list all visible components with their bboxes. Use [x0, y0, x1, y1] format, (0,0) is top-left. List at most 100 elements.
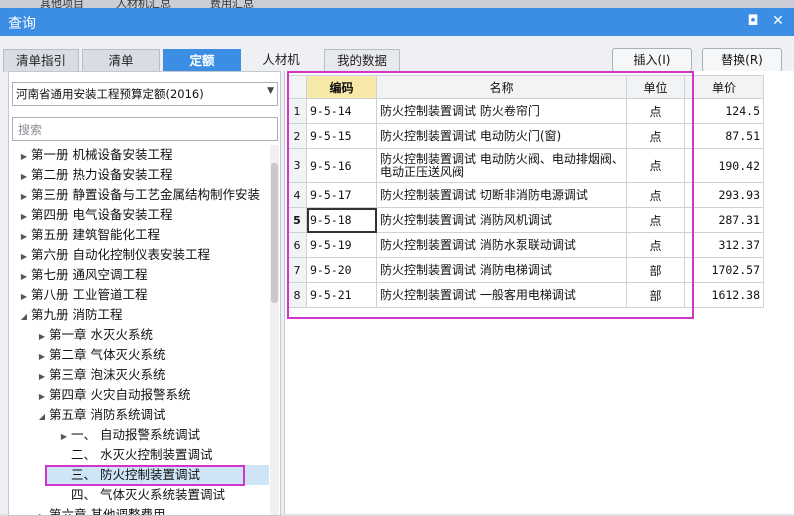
table-row[interactable]: 2 9-5-15 防火控制装置调试 电动防火门(窗) 点 87.51: [287, 123, 764, 149]
tab-list-guide[interactable]: 清单指引: [3, 49, 79, 72]
name-cell[interactable]: 防火控制装置调试 消防电梯调试: [376, 257, 627, 283]
code-cell[interactable]: 9-5-21: [306, 282, 377, 308]
expand-icon[interactable]: ▶: [17, 227, 31, 247]
table-row[interactable]: 6 9-5-19 防火控制装置调试 消防水泵联动调试点 312.37: [287, 232, 764, 258]
name-cell[interactable]: 防火控制装置调试 电动防火门(窗): [376, 123, 627, 149]
tree-node[interactable]: ◢ 第五章 消防系统调试: [35, 405, 166, 427]
price-cell[interactable]: 1702.57: [684, 257, 764, 283]
tab-labor-material[interactable]: 人材机: [248, 49, 314, 71]
row-number-cell[interactable]: 1: [287, 98, 307, 124]
price-cell[interactable]: 190.42: [684, 148, 764, 183]
expand-icon[interactable]: ▶: [35, 327, 49, 347]
search-box[interactable]: [12, 117, 278, 141]
code-cell[interactable]: 9-5-16: [306, 148, 377, 183]
unit-cell[interactable]: 点: [626, 207, 685, 233]
unit-cell[interactable]: 点: [626, 123, 685, 149]
tree-node[interactable]: ◢ 第九册 消防工程: [17, 305, 123, 327]
expand-icon[interactable]: ▶: [17, 167, 31, 187]
code-cell[interactable]: 9-5-20: [306, 257, 377, 283]
code-cell[interactable]: 9-5-18: [306, 207, 377, 233]
column-header-unit[interactable]: 单位: [626, 75, 685, 99]
table-row[interactable]: 3 9-5-16 防火控制装置调试 电动防火阀、电动排烟阀、电动正压送风阀点 190.…: [287, 148, 764, 183]
table-row[interactable]: 1 9-5-14 防火控制装置调试 防火卷帘门点 124.5: [287, 98, 764, 124]
price-cell[interactable]: 293.93: [684, 182, 764, 208]
close-icon[interactable]: ✕: [769, 12, 787, 30]
insert-button[interactable]: 插入(I): [612, 48, 692, 72]
expand-icon[interactable]: ▶: [17, 187, 31, 207]
row-number-cell[interactable]: 3: [287, 148, 307, 183]
unit-cell[interactable]: 部: [626, 257, 685, 283]
tree-node[interactable]: ▶ 第三章 泡沫灭火系统: [35, 365, 166, 387]
unit-cell[interactable]: 部: [626, 282, 685, 308]
expand-icon[interactable]: ▶: [35, 367, 49, 387]
bg-tab-other-items[interactable]: 其他项目: [40, 0, 84, 8]
row-number-cell[interactable]: 4: [287, 182, 307, 208]
price-cell[interactable]: 124.5: [684, 98, 764, 124]
name-cell[interactable]: 防火控制装置调试 一般客用电梯调试: [376, 282, 627, 308]
tree-node[interactable]: ▶ 第四章 火灾自动报警系统: [35, 385, 191, 407]
tree-node[interactable]: ▶ 一、 自动报警系统调试: [57, 425, 200, 445]
chevron-down-icon[interactable]: ▼: [267, 86, 274, 96]
replace-button[interactable]: 替换(R): [702, 48, 782, 72]
row-number-cell[interactable]: 7: [287, 257, 307, 283]
expand-icon[interactable]: ▶: [17, 147, 31, 167]
code-cell[interactable]: 9-5-15: [306, 123, 377, 149]
tree-node[interactable]: ▶ 第五册 建筑智能化工程: [17, 225, 160, 245]
row-number-cell[interactable]: 6: [287, 232, 307, 258]
row-number-cell[interactable]: 5: [287, 207, 307, 233]
name-cell[interactable]: 防火控制装置调试 消防水泵联动调试: [376, 232, 627, 258]
name-cell[interactable]: 防火控制装置调试 消防风机调试: [376, 207, 627, 233]
tab-quota[interactable]: 定额: [163, 49, 241, 72]
tree-node[interactable]: ▶ 第四册 电气设备安装工程: [17, 205, 173, 227]
collapse-icon[interactable]: ◢: [35, 407, 49, 427]
name-cell[interactable]: 防火控制装置调试 防火卷帘门: [376, 98, 627, 124]
tree-scrollbar[interactable]: [270, 145, 279, 515]
expand-icon[interactable]: ▶: [17, 267, 31, 287]
collapse-icon[interactable]: ◢: [17, 307, 31, 327]
expand-icon[interactable]: ▶: [17, 247, 31, 267]
expand-icon[interactable]: ▶: [35, 387, 49, 407]
name-cell[interactable]: 防火控制装置调试 电动防火阀、电动排烟阀、电动正压送风阀: [376, 148, 627, 183]
search-input[interactable]: [16, 120, 270, 140]
tab-my-data[interactable]: 我的数据: [324, 49, 400, 72]
tree-node[interactable]: ▶ 第三册 静置设备与工艺金属结构制作安装: [17, 185, 260, 205]
quota-library-select[interactable]: 河南省通用安装工程预算定额(2016) ▼: [12, 82, 278, 106]
restore-icon[interactable]: ◘: [744, 12, 762, 30]
expand-icon[interactable]: ▶: [35, 347, 49, 367]
tree-node[interactable]: ▶ 第六册 自动化控制仪表安装工程: [17, 245, 210, 265]
tree-node[interactable]: ▶ 第二章 气体灭火系统: [35, 345, 166, 367]
tree-node[interactable]: 四、 气体灭火系统装置调试: [57, 485, 225, 505]
price-cell[interactable]: 312.37: [684, 232, 764, 258]
unit-cell[interactable]: 点: [626, 98, 685, 124]
expand-icon[interactable]: ▶: [17, 287, 31, 307]
tree-node[interactable]: 二、 水灭火控制装置调试: [57, 445, 212, 465]
unit-cell[interactable]: 点: [626, 182, 685, 208]
tree-node[interactable]: ▶ 第八册 工业管道工程: [17, 285, 148, 307]
expand-icon[interactable]: ▶: [57, 427, 71, 447]
tree-node[interactable]: ▶ 第一册 机械设备安装工程: [17, 145, 173, 167]
tree-node[interactable]: ▶ 第一章 水灭火系统: [35, 325, 153, 345]
price-cell[interactable]: 287.31: [684, 207, 764, 233]
code-cell[interactable]: 9-5-14: [306, 98, 377, 124]
column-header-code[interactable]: 编码: [306, 75, 377, 99]
row-number-cell[interactable]: 2: [287, 123, 307, 149]
scrollbar-thumb[interactable]: [271, 163, 278, 303]
price-cell[interactable]: 1612.38: [684, 282, 764, 308]
table-row[interactable]: 8 9-5-21 防火控制装置调试 一般客用电梯调试部 1612.38: [287, 282, 764, 308]
column-header-price[interactable]: 单价: [684, 75, 764, 99]
price-cell[interactable]: 87.51: [684, 123, 764, 149]
name-cell[interactable]: 防火控制装置调试 切断非消防电源调试: [376, 182, 627, 208]
tree-node[interactable]: ▶ 第二册 热力设备安装工程: [17, 165, 173, 187]
tab-bill[interactable]: 清单: [82, 49, 160, 72]
unit-cell[interactable]: 点: [626, 148, 685, 183]
bg-tab-labor-material-summary[interactable]: 人材机汇总: [116, 0, 171, 8]
table-row[interactable]: 4 9-5-17 防火控制装置调试 切断非消防电源调试点 293.93: [287, 182, 764, 208]
code-cell[interactable]: 9-5-19: [306, 232, 377, 258]
table-row[interactable]: 5 9-5-18 防火控制装置调试 消防风机调试点 287.31: [287, 207, 764, 233]
table-row[interactable]: 7 9-5-20 防火控制装置调试 消防电梯调试部 1702.57: [287, 257, 764, 283]
unit-cell[interactable]: 点: [626, 232, 685, 258]
expand-icon[interactable]: ▶: [17, 207, 31, 227]
bg-tab-fee-summary[interactable]: 费用汇总: [210, 0, 254, 8]
code-cell[interactable]: 9-5-17: [306, 182, 377, 208]
tree-node[interactable]: ▶ 第七册 通风空调工程: [17, 265, 148, 287]
